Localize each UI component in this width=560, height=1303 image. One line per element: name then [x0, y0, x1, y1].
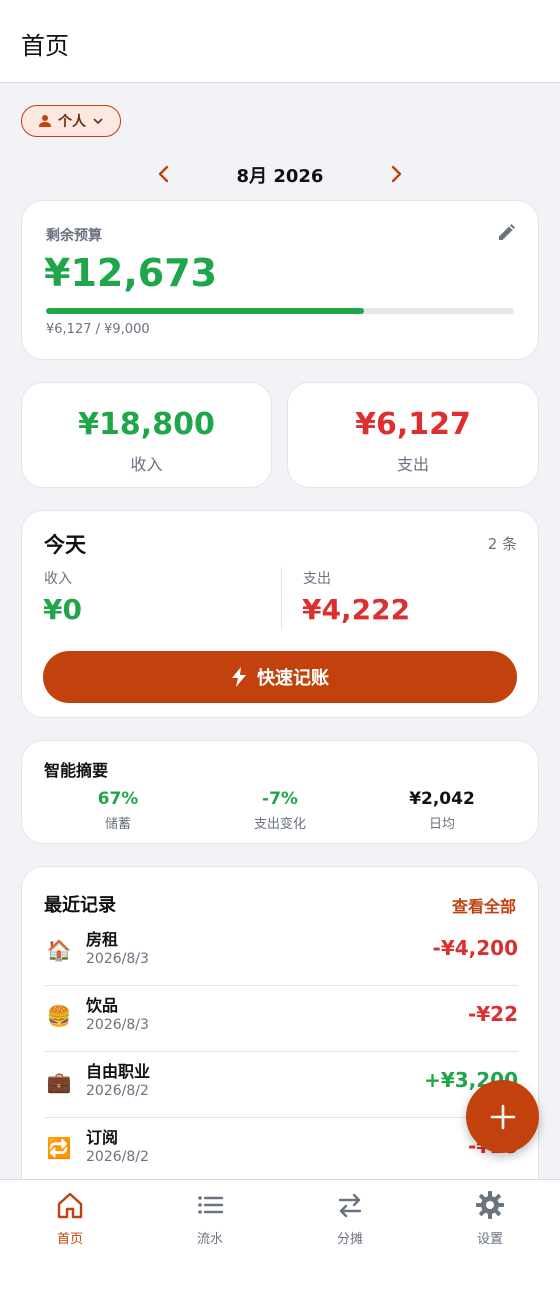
view-all-link[interactable]: 查看全部 [452, 893, 516, 917]
burger-icon: 🍔 [46, 1004, 72, 1028]
profile-selector-chip[interactable]: 个人 [21, 105, 121, 137]
budget-label: 剩余预算 [46, 228, 102, 244]
today-income-label: 收入 [44, 571, 72, 587]
add-record-fab[interactable] [466, 1080, 539, 1153]
budget-card: 剩余预算 ¥12,673 ¥6,127 / ¥9,000 [21, 200, 539, 360]
month-selector: 8月 2026 [0, 158, 560, 190]
profile-chip-label: 个人 [58, 114, 86, 130]
nav-split[interactable]: 分摊 [280, 1190, 420, 1247]
today-record-count: 2 条 [487, 535, 517, 553]
record-name: 自由职业 [86, 1062, 151, 1081]
summary-daily-average-label: 日均 [428, 817, 455, 832]
budget-progress-fill [46, 308, 365, 314]
smart-summary-card: 智能摘要 67% 储蓄 -7% 支出变化 ¥2,042 日均 [21, 740, 539, 844]
summary-expense-change-value: -7% [262, 789, 298, 809]
nav-home[interactable]: 首页 [0, 1190, 140, 1247]
expense-total-label: 支出 [396, 455, 429, 474]
page-title: 首页 [21, 32, 69, 60]
home-icon [57, 1192, 83, 1219]
expense-total-card[interactable]: ¥6,127 支出 [287, 382, 539, 488]
record-name: 订阅 [86, 1128, 119, 1147]
nav-settings[interactable]: 设置 [420, 1190, 560, 1247]
remaining-budget-amount: ¥12,673 [44, 251, 218, 295]
record-date: 2026/8/2 [86, 1149, 149, 1165]
record-row[interactable]: 🍔 饮品 2026/8/3 -¥22 [44, 986, 518, 1052]
recent-records-title: 最近记录 [44, 895, 116, 916]
chevron-down-icon [93, 118, 103, 125]
record-date: 2026/8/3 [86, 951, 149, 967]
recent-records-card: 最近记录 查看全部 🏠 房租 2026/8/3 -¥4,200 🍔 饮品 202… [21, 866, 539, 1206]
summary-savings-value: 67% [97, 789, 139, 809]
record-row[interactable]: 💼 自由职业 2026/8/2 +¥3,200 [44, 1052, 518, 1118]
summary-daily-average: ¥2,042 日均 [356, 789, 528, 832]
record-date: 2026/8/3 [86, 1017, 149, 1033]
gear-icon [476, 1191, 504, 1219]
today-title: 今天 [44, 533, 86, 557]
nav-transactions-label: 流水 [196, 1232, 223, 1247]
summary-savings-label: 储蓄 [104, 817, 131, 832]
record-row[interactable]: 🏠 房租 2026/8/3 -¥4,200 [44, 920, 518, 986]
app-header: 首页 [0, 0, 560, 83]
nav-home-label: 首页 [56, 1232, 83, 1247]
record-date: 2026/8/2 [86, 1083, 149, 1099]
summary-expense-change: -7% 支出变化 [194, 789, 366, 832]
record-name: 房租 [86, 930, 119, 949]
today-card: 今天 2 条 收入 ¥0 支出 ¥4,222 快速记账 [21, 510, 539, 718]
swap-arrows-icon [338, 1193, 362, 1218]
home-screen: 首页 个人 8月 2026 剩余预算 ¥12,673 ¥6,127 / ¥9,0… [0, 0, 560, 1303]
summary-daily-average-value: ¥2,042 [409, 789, 475, 809]
income-total-value: ¥18,800 [78, 407, 215, 442]
today-expense-label: 支出 [303, 571, 331, 587]
chevron-right-icon[interactable] [384, 162, 408, 186]
summary-expense-change-label: 支出变化 [253, 817, 306, 832]
income-total-card[interactable]: ¥18,800 收入 [21, 382, 272, 488]
expense-total-value: ¥6,127 [355, 407, 471, 442]
summary-savings: 67% 储蓄 [32, 789, 204, 832]
lightning-icon [232, 667, 246, 687]
nav-split-label: 分摊 [336, 1232, 363, 1247]
person-icon [39, 115, 51, 127]
record-name: 饮品 [86, 996, 119, 1015]
nav-transactions[interactable]: 流水 [140, 1190, 280, 1247]
budget-spent-of-total: ¥6,127 / ¥9,000 [46, 322, 150, 337]
list-icon [198, 1196, 224, 1214]
record-amount: -¥4,200 [432, 936, 518, 960]
record-amount: -¥22 [467, 1002, 518, 1026]
income-total-label: 收入 [130, 455, 163, 474]
budget-progress-bar [46, 308, 514, 314]
house-icon: 🏠 [46, 938, 72, 962]
quick-record-button[interactable]: 快速记账 [43, 651, 517, 703]
briefcase-icon: 💼 [46, 1070, 72, 1094]
repeat-icon: 🔁 [46, 1136, 72, 1160]
pencil-icon[interactable] [496, 223, 516, 243]
record-row[interactable]: 🔁 订阅 2026/8/2 -¥25 [44, 1118, 518, 1184]
today-income-value: ¥0 [43, 593, 82, 626]
nav-settings-label: 设置 [476, 1232, 503, 1247]
today-divider [281, 567, 282, 629]
smart-summary-title: 智能摘要 [44, 761, 109, 780]
today-expense-value: ¥4,222 [302, 593, 411, 626]
plus-icon [490, 1104, 515, 1129]
bottom-navigation: 首页 流水 分摊 设置 [0, 1179, 560, 1303]
quick-record-label: 快速记账 [257, 668, 329, 689]
month-label: 8月 2026 [236, 166, 324, 187]
